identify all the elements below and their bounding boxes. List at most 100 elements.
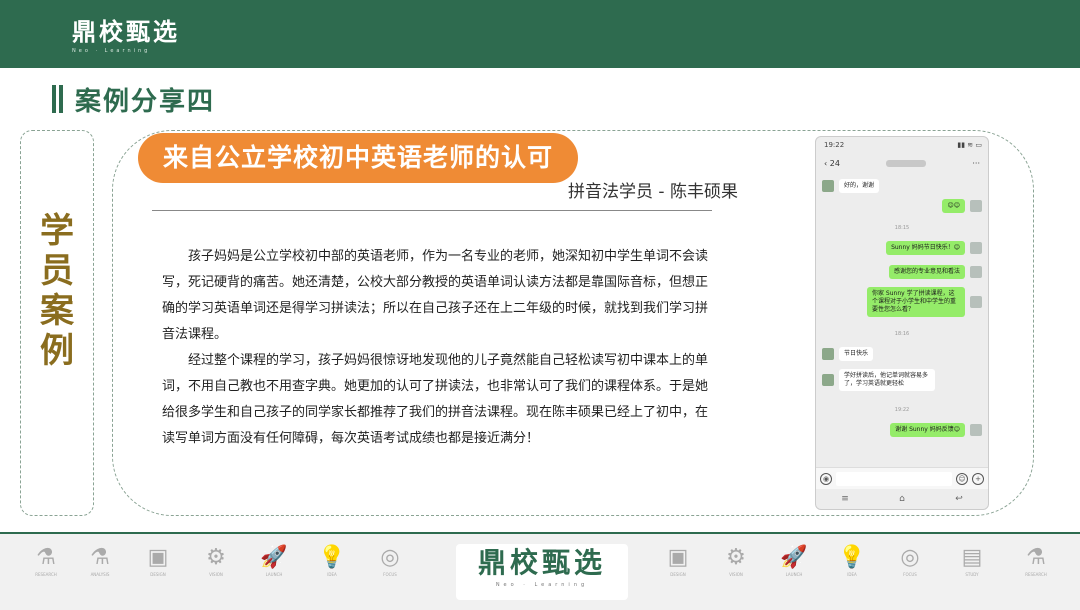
bulb-glyph: 💡 <box>318 545 346 570</box>
chat-header: ‹ 24 ··· <box>816 153 988 173</box>
avatar[interactable] <box>970 424 982 436</box>
section-title: 案例分享四 <box>75 86 216 117</box>
microscope2-glyph: ⚗ <box>1026 545 1046 570</box>
footer-strip: 鼎校甄选 Neo · Learning ⚗ RESEARCH ⚗ ANALYSIS ▣ D… <box>0 532 1080 610</box>
chat-message[interactable]: 你家 Sunny 学了拼读课程，这个课程对于小学生和中学生的重要性您怎么看？ <box>867 287 982 317</box>
side-label-char: 例 <box>40 331 74 371</box>
brand-name: 鼎校甄选 <box>72 18 180 46</box>
target2-icon: ◎ FOCUS <box>890 544 930 577</box>
rocket2-icon: 🚀 LAUNCH <box>774 544 814 577</box>
board-icon: ▣ DESIGN <box>138 544 178 577</box>
microscope2-icon: ⚗ RESEARCH <box>1016 544 1056 577</box>
avatar[interactable] <box>822 374 834 386</box>
icon-caption: RESEARCH <box>35 572 57 577</box>
rocket2-glyph: 🚀 <box>780 545 808 570</box>
back-icon[interactable]: ‹ 24 <box>824 159 840 168</box>
icon-caption: STUDY <box>965 572 979 577</box>
chat-bubble: 学好拼读后，他记单词就容易多了，学习英语就更轻松 <box>839 369 935 391</box>
case-body: 孩子妈妈是公立学校初中部的英语老师，作为一名专业的老师，她深知初中学生单词不会读… <box>162 244 718 452</box>
chat-message[interactable]: 感谢您的专业意见和看法 <box>888 265 982 279</box>
avatar[interactable] <box>970 242 982 254</box>
icon-caption: DESIGN <box>670 572 686 577</box>
icon-caption: ANALYSIS <box>90 572 110 577</box>
chat-input-bar: ◉ ☺ + <box>816 467 988 489</box>
bulb-icon: 💡 IDEA <box>312 544 352 577</box>
case-byline: 拼音法学员 - 陈丰硕果 <box>568 182 738 202</box>
icon-caption: IDEA <box>327 572 337 577</box>
avatar[interactable] <box>970 266 982 278</box>
avatar[interactable] <box>970 200 982 212</box>
bulb2-icon: 💡 IDEA <box>832 544 872 577</box>
signal-icon: ▮▮ ≋ ▭ <box>957 141 982 149</box>
chat-messages: 好的，谢谢 😊😊 18:15 Sunny 妈妈节日快乐！😊 感谢您的专业意见和看法你家 … <box>816 173 988 473</box>
icon-caption: LAUNCH <box>265 572 283 577</box>
chat-timestamp: 18:16 <box>894 331 910 337</box>
section-header: 案例分享四 <box>52 82 216 117</box>
menu-icon[interactable]: ≡ <box>841 494 849 504</box>
chat-message[interactable]: 谢谢 Sunny 妈妈反馈😊 <box>890 423 982 437</box>
icon-caption: DESIGN <box>150 572 166 577</box>
target-icon: ◎ FOCUS <box>370 544 410 577</box>
chat-message[interactable]: Sunny 妈妈节日快乐！😊 <box>886 241 982 255</box>
book-icon: ▤ STUDY <box>952 544 992 577</box>
chat-bubble: 感谢您的专业意见和看法 <box>888 265 965 279</box>
board-glyph: ▣ <box>147 545 169 570</box>
divider <box>152 210 712 211</box>
target-glyph: ◎ <box>380 545 400 570</box>
chat-bubble: Sunny 妈妈节日快乐！😊 <box>886 241 965 255</box>
icon-caption: VISION <box>209 572 223 577</box>
emoji-icon[interactable]: ☺ <box>956 472 968 485</box>
avatar[interactable] <box>970 296 982 308</box>
contact-name-blurred <box>886 159 927 167</box>
icon-caption: LAUNCH <box>785 572 803 577</box>
board2-icon: ▣ DESIGN <box>658 544 698 577</box>
icon-caption: VISION <box>729 572 743 577</box>
side-label-char: 案 <box>40 291 74 331</box>
chat-message[interactable]: 节日快乐 <box>822 347 874 361</box>
rocket-glyph: 🚀 <box>260 545 288 570</box>
chat-message[interactable]: 😊😊 <box>942 199 982 213</box>
icon-caption: RESEARCH <box>1025 572 1047 577</box>
side-label-box: 学员案例 <box>20 130 94 516</box>
microscope-glyph: ⚗ <box>36 545 56 570</box>
phone-status-bar: 19:22 ▮▮ ≋ ▭ <box>816 137 988 153</box>
gear-icon: ⚙ VISION <box>196 544 236 577</box>
system-nav-bar: ≡ ⌂ ↩ <box>816 489 988 509</box>
brand-logo[interactable]: 鼎校甄选 Neo · Learning <box>72 12 180 54</box>
chat-bubble: 好的，谢谢 <box>839 179 880 193</box>
chat-message[interactable]: 学好拼读后，他记单词就容易多了，学习英语就更轻松 <box>822 369 935 391</box>
icon-caption: IDEA <box>847 572 857 577</box>
rocket-icon: 🚀 LAUNCH <box>254 544 294 577</box>
side-label-char: 学 <box>40 211 74 251</box>
footer-logo[interactable]: 鼎校甄选 Neo · Learning <box>456 544 628 600</box>
return-icon[interactable]: ↩ <box>955 494 963 504</box>
chat-message[interactable]: 好的，谢谢 <box>822 179 880 193</box>
plus-icon[interactable]: + <box>972 472 984 485</box>
home-icon[interactable]: ⌂ <box>899 494 905 504</box>
chat-timestamp: 18:15 <box>894 225 910 231</box>
icon-caption: FOCUS <box>383 572 397 577</box>
voice-icon[interactable]: ◉ <box>820 472 832 485</box>
chat-bubble: 😊😊 <box>942 199 965 213</box>
chat-bubble: 节日快乐 <box>839 347 874 361</box>
gear2-icon: ⚙ VISION <box>716 544 756 577</box>
footer-brand-tagline: Neo · Learning <box>495 582 589 588</box>
brand-tagline: Neo · Learning <box>72 48 151 54</box>
more-icon[interactable]: ··· <box>972 159 980 168</box>
gear2-glyph: ⚙ <box>726 545 746 570</box>
chat-screenshot: 19:22 ▮▮ ≋ ▭ ‹ 24 ··· 好的，谢谢 😊😊 18:15 Sunny … <box>815 136 989 510</box>
flask-icon: ⚗ ANALYSIS <box>80 544 120 577</box>
icon-caption: FOCUS <box>903 572 917 577</box>
chat-input[interactable] <box>836 471 952 486</box>
gear-glyph: ⚙ <box>206 545 226 570</box>
avatar[interactable] <box>822 180 834 192</box>
case-paragraph: 经过整个课程的学习，孩子妈妈很惊讶地发现他的儿子竟然能自己轻松读写初中课本上的单… <box>162 353 709 446</box>
chat-bubble: 你家 Sunny 学了拼读课程，这个课程对于小学生和中学生的重要性您怎么看？ <box>867 287 965 317</box>
case-headline: 来自公立学校初中英语老师的认可 <box>138 133 578 183</box>
avatar[interactable] <box>822 348 834 360</box>
side-label-char: 员 <box>40 251 74 291</box>
board2-glyph: ▣ <box>667 545 689 570</box>
chat-bubble: 谢谢 Sunny 妈妈反馈😊 <box>890 423 965 437</box>
side-label: 学员案例 <box>21 211 93 371</box>
top-banner: 鼎校甄选 Neo · Learning <box>0 0 1080 68</box>
